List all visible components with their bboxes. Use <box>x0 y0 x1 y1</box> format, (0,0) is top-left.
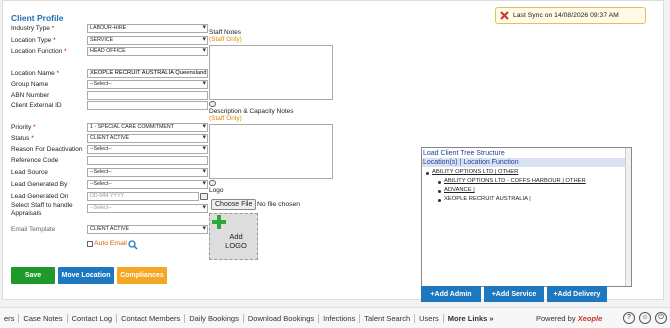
email-template-select[interactable]: CLIENT ACTIVE <box>87 225 208 234</box>
auto-email-checkbox[interactable]: Auto Email <box>87 240 127 247</box>
add-service-button[interactable]: +Add Service <box>484 286 544 302</box>
search-preview-icon[interactable] <box>128 240 138 250</box>
tab-daily-bookings[interactable]: Daily Bookings <box>185 313 244 323</box>
industry-type-select[interactable]: LABOUR-HIRE <box>87 24 208 33</box>
power-icon[interactable]: ⏻ <box>655 312 667 324</box>
tree-bullet <box>426 172 429 175</box>
reason-deactivation-select[interactable]: --Select-- <box>87 145 208 154</box>
reference-code-label: Reference Code <box>11 157 59 164</box>
tree-scrollbar[interactable] <box>625 148 631 286</box>
tree-node[interactable]: ADVANCE | <box>444 187 475 193</box>
add-logo-text: Add LOGO <box>225 232 247 250</box>
powered-by-label: Powered by <box>536 314 576 323</box>
priority-label: Priority * <box>11 124 36 131</box>
lead-generated-by-label: Lead Generated By <box>11 181 68 188</box>
location-type-label: Location Type * <box>11 37 56 44</box>
load-client-tree-link[interactable]: Load Client Tree Structure <box>422 148 631 158</box>
email-template-label: Email Template <box>11 226 56 233</box>
lead-generated-by-select[interactable]: --Select-- <box>87 180 208 189</box>
select-staff-select[interactable]: --Select-- <box>87 204 208 213</box>
save-button[interactable]: Save <box>11 267 55 284</box>
client-tree-panel: Load Client Tree Structure Location(s) |… <box>421 147 632 287</box>
tab-talent-search[interactable]: Talent Search <box>360 313 416 323</box>
location-name-label: Location Name * <box>11 70 60 77</box>
tab-users[interactable]: Users <box>415 313 444 323</box>
no-file-chosen-text: No file chosen <box>257 201 301 208</box>
tree-node[interactable]: XEOPLE RECRUIT AUSTRALIA | <box>444 196 531 202</box>
add-admin-button[interactable]: +Add Admin <box>421 286 481 302</box>
client-profile-panel: Client Profile Last Sync on 14/08/2026 0… <box>2 0 664 302</box>
footer-tab-bar: ers Case Notes Contact Log Contact Membe… <box>0 307 670 328</box>
tree-node[interactable]: ABILITY OPTIONS LTD | OTHER <box>432 169 518 175</box>
user-icon[interactable]: ☺ <box>639 312 651 324</box>
auto-email-label: Auto Email <box>94 240 127 247</box>
tab-more-links[interactable]: More Links » <box>444 314 498 323</box>
status-select[interactable]: CLIENT ACTIVE <box>87 134 208 143</box>
group-name-select[interactable]: --Select-- <box>87 80 208 89</box>
brand-logo: Xeople <box>577 314 603 323</box>
calendar-icon[interactable] <box>200 193 208 200</box>
industry-type-label: Industry Type * <box>11 25 55 32</box>
powered-by: Powered by Xeople <box>536 314 602 323</box>
choose-file-button[interactable]: Choose File <box>211 199 257 210</box>
location-name-input[interactable]: XEOPLE RECRUIT AUSTRALIA Queensland <box>87 69 208 78</box>
client-external-id-input[interactable] <box>87 101 208 110</box>
location-function-select[interactable]: HEAD OFFICE <box>87 47 208 56</box>
compliances-button[interactable]: Compliances <box>117 267 167 284</box>
priority-select[interactable]: 1 - SPECIAL CARE COMMITMENT <box>87 123 208 132</box>
tab-contact-log[interactable]: Contact Log <box>68 313 118 323</box>
tab-infections[interactable]: Infections <box>319 313 361 323</box>
location-function-label: Location Function * <box>11 48 67 55</box>
tab-contact-members[interactable]: Contact Members <box>117 313 186 323</box>
plus-icon <box>212 215 226 229</box>
reference-code-input[interactable] <box>87 156 208 165</box>
logo-label: Logo <box>209 187 224 194</box>
last-sync-text: Last Sync on 14/08/2026 09:37 AM <box>513 12 619 19</box>
description-notes-label: Description & Capacity Notes (Staff Only… <box>209 108 294 122</box>
group-name-label: Group Name <box>11 81 49 88</box>
lead-generated-on-input[interactable]: DD-MM-YYYY <box>87 192 199 201</box>
tab-users-partial[interactable]: ers <box>0 313 20 323</box>
description-notes-textarea[interactable] <box>209 124 333 179</box>
abn-number-input[interactable] <box>87 91 208 100</box>
abn-number-label: ABN Number <box>11 92 50 99</box>
staff-notes-textarea[interactable] <box>209 45 333 100</box>
move-location-button[interactable]: Move Location <box>58 267 114 284</box>
tab-download-bookings[interactable]: Download Bookings <box>244 313 320 323</box>
location-type-select[interactable]: SERVICE <box>87 36 208 45</box>
last-sync-badge: Last Sync on 14/08/2026 09:37 AM <box>495 7 646 24</box>
client-external-id-label: Client External ID <box>11 102 62 109</box>
tree-bullet <box>438 190 441 193</box>
tree-node[interactable]: ABILITY OPTIONS LTD - COFFS HARBOUR | OT… <box>444 178 586 184</box>
page-title: Client Profile <box>11 13 64 23</box>
add-delivery-button[interactable]: +Add Delivery <box>547 286 607 302</box>
lead-source-select[interactable]: --Select-- <box>87 168 208 177</box>
staff-notes-label: Staff Notes (Staff Only) <box>209 29 242 43</box>
status-label: Status * <box>11 135 34 142</box>
tree-header: Location(s) | Location Function <box>422 158 631 167</box>
help-icon[interactable]: ? <box>623 312 635 324</box>
tree-bullet <box>438 181 441 184</box>
tree-bullet <box>438 199 441 202</box>
select-staff-label: Select Staff to handle Appraisals <box>11 202 73 217</box>
lead-generated-on-label: Lead Generated On <box>11 193 69 200</box>
lead-source-label: Lead Source <box>11 169 48 176</box>
tab-case-notes[interactable]: Case Notes <box>19 313 68 323</box>
description-history-icon[interactable] <box>209 180 216 186</box>
sync-icon <box>500 11 509 20</box>
add-logo-dropzone[interactable]: Add LOGO <box>209 213 258 260</box>
reason-deactivation-label: Reason For Deactivation <box>11 146 83 153</box>
notes-history-icon[interactable] <box>209 101 216 107</box>
checkbox-box[interactable] <box>87 240 93 247</box>
